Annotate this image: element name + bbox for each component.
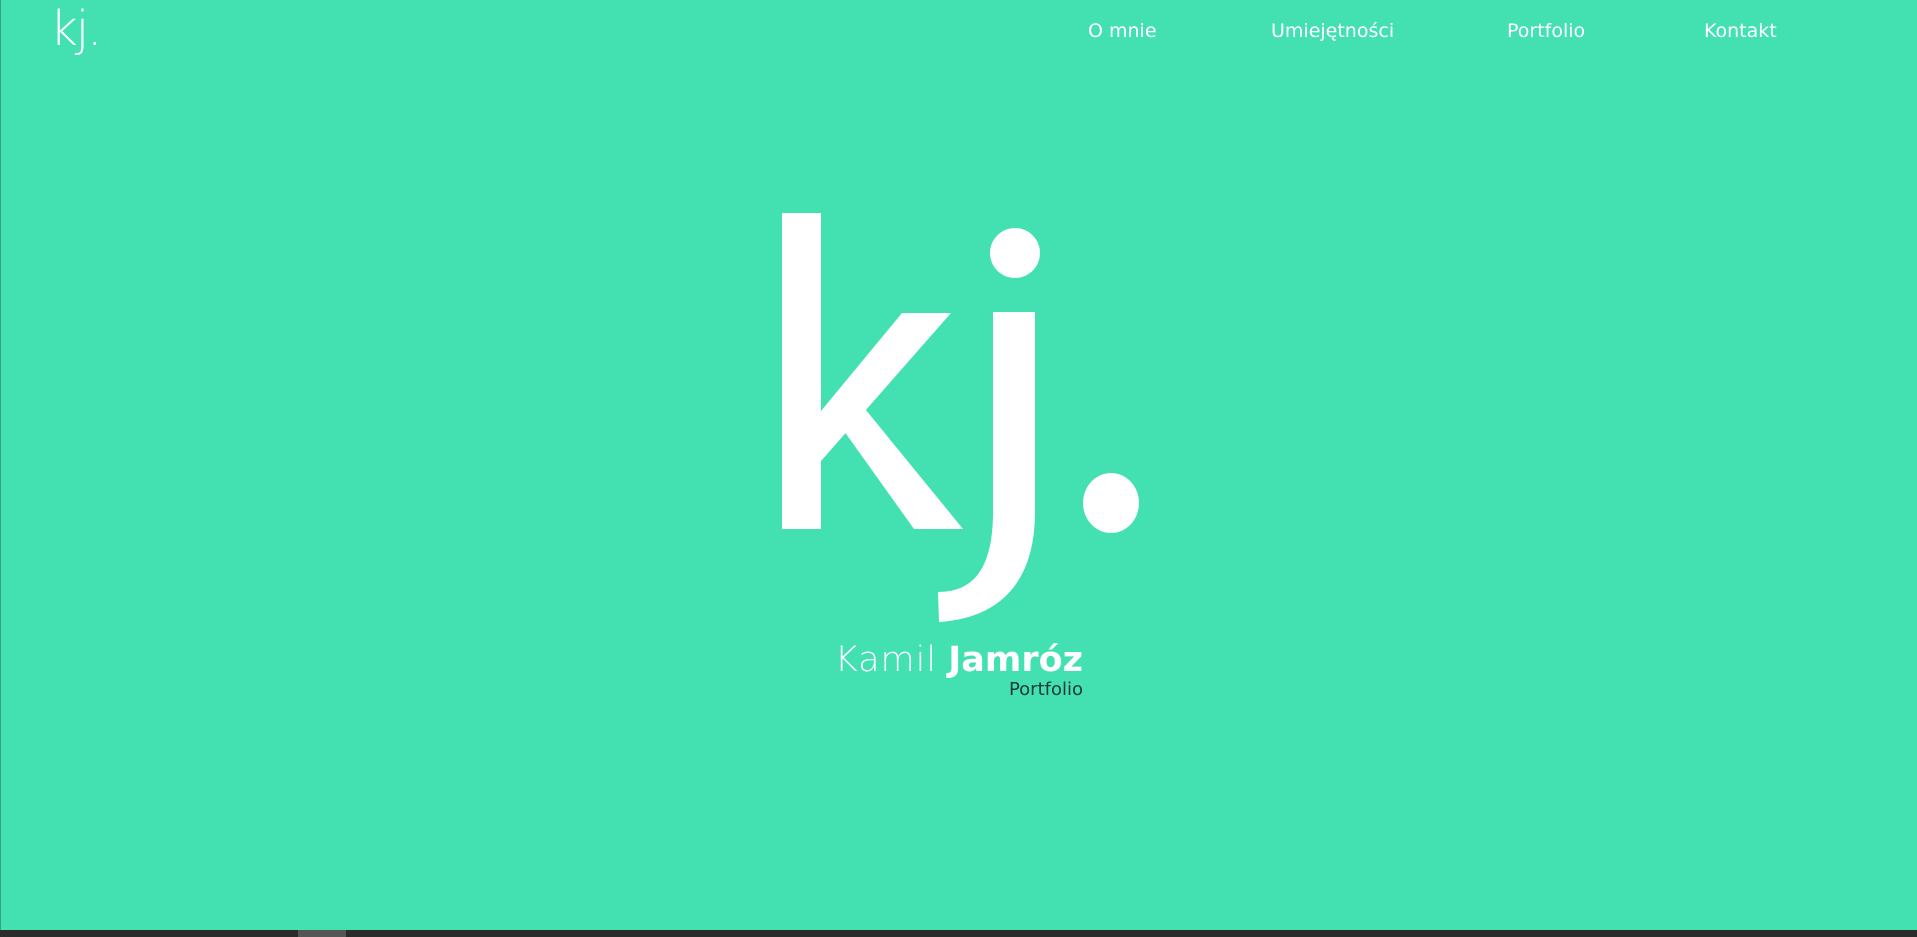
scrollbar-thumb[interactable] [298, 930, 346, 937]
site-header: kj. O mnie Umiejętności Portfolio Kontak… [0, 0, 1917, 62]
hero-logo-k-leg [839, 404, 963, 529]
last-name: Jamróz [948, 640, 1083, 680]
nav-item-portfolio[interactable]: Portfolio [1507, 18, 1585, 44]
hero-logo-j-dot [990, 228, 1040, 278]
hero-logo [782, 213, 1139, 622]
hero-logo-k-stem [782, 213, 821, 529]
full-name: Kamil Jamróz [760, 636, 1083, 684]
page: kj. O mnie Umiejętności Portfolio Kontak… [0, 0, 1917, 937]
nav-item-o-mnie[interactable]: O mnie [1088, 18, 1157, 44]
left-edge-line [0, 0, 1, 930]
hero-logo-period [1083, 473, 1139, 533]
nav-item-umiejetnosci[interactable]: Umiejętności [1271, 18, 1394, 44]
hero-logo-j-stem [938, 312, 1035, 622]
horizontal-scrollbar[interactable] [0, 930, 1917, 937]
first-name: Kamil [834, 640, 938, 680]
nav-item-kontakt[interactable]: Kontakt [1704, 18, 1777, 44]
name-block: Kamil Jamróz Portfolio [760, 636, 1083, 702]
main-nav: O mnie Umiejętności Portfolio Kontakt [0, 18, 1917, 44]
